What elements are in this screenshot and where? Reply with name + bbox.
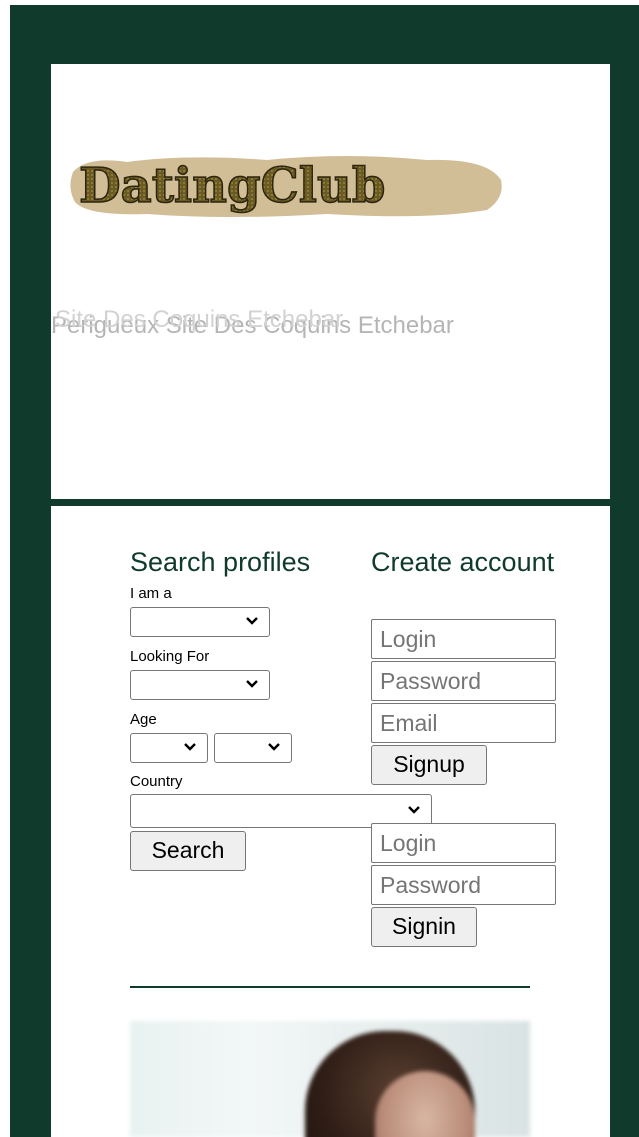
looking-for-select[interactable]	[130, 670, 270, 700]
chevron-down-icon	[268, 743, 280, 751]
signin-password-input[interactable]: Password	[371, 865, 556, 905]
chevron-down-icon	[246, 680, 258, 688]
signin-login-input[interactable]: Login	[371, 823, 556, 863]
main-panel: Search profiles I am a Looking For Age C…	[51, 506, 610, 1137]
signup-email-input[interactable]: Email	[371, 703, 556, 743]
iam-select[interactable]	[130, 607, 270, 637]
chevron-down-icon	[246, 617, 258, 625]
signup-button[interactable]: Signup	[371, 745, 487, 785]
profile-photo[interactable]	[130, 1021, 530, 1137]
signup-login-input[interactable]: Login	[371, 619, 556, 659]
chevron-down-icon	[408, 806, 420, 814]
header-panel: DatingClub Perigueux Site Des Coquins Et…	[51, 64, 610, 499]
age-max-select[interactable]	[214, 733, 292, 763]
chevron-down-icon	[184, 743, 196, 751]
create-account-heading: Create account	[371, 547, 555, 577]
age-label: Age	[130, 711, 157, 728]
age-min-select[interactable]	[130, 733, 208, 763]
svg-text:DatingClub: DatingClub	[79, 158, 386, 214]
iam-label: I am a	[130, 585, 172, 602]
country-label: Country	[130, 773, 183, 790]
signin-button[interactable]: Signin	[371, 907, 477, 947]
signup-password-input[interactable]: Password	[371, 661, 556, 701]
site-logo[interactable]: DatingClub	[67, 150, 507, 220]
tagline-front: Site Des Coquins Etchebar	[55, 306, 344, 333]
section-divider	[130, 986, 530, 988]
search-profiles-heading: Search profiles	[130, 547, 311, 577]
search-button[interactable]: Search	[130, 831, 246, 871]
looking-for-label: Looking For	[130, 648, 210, 665]
